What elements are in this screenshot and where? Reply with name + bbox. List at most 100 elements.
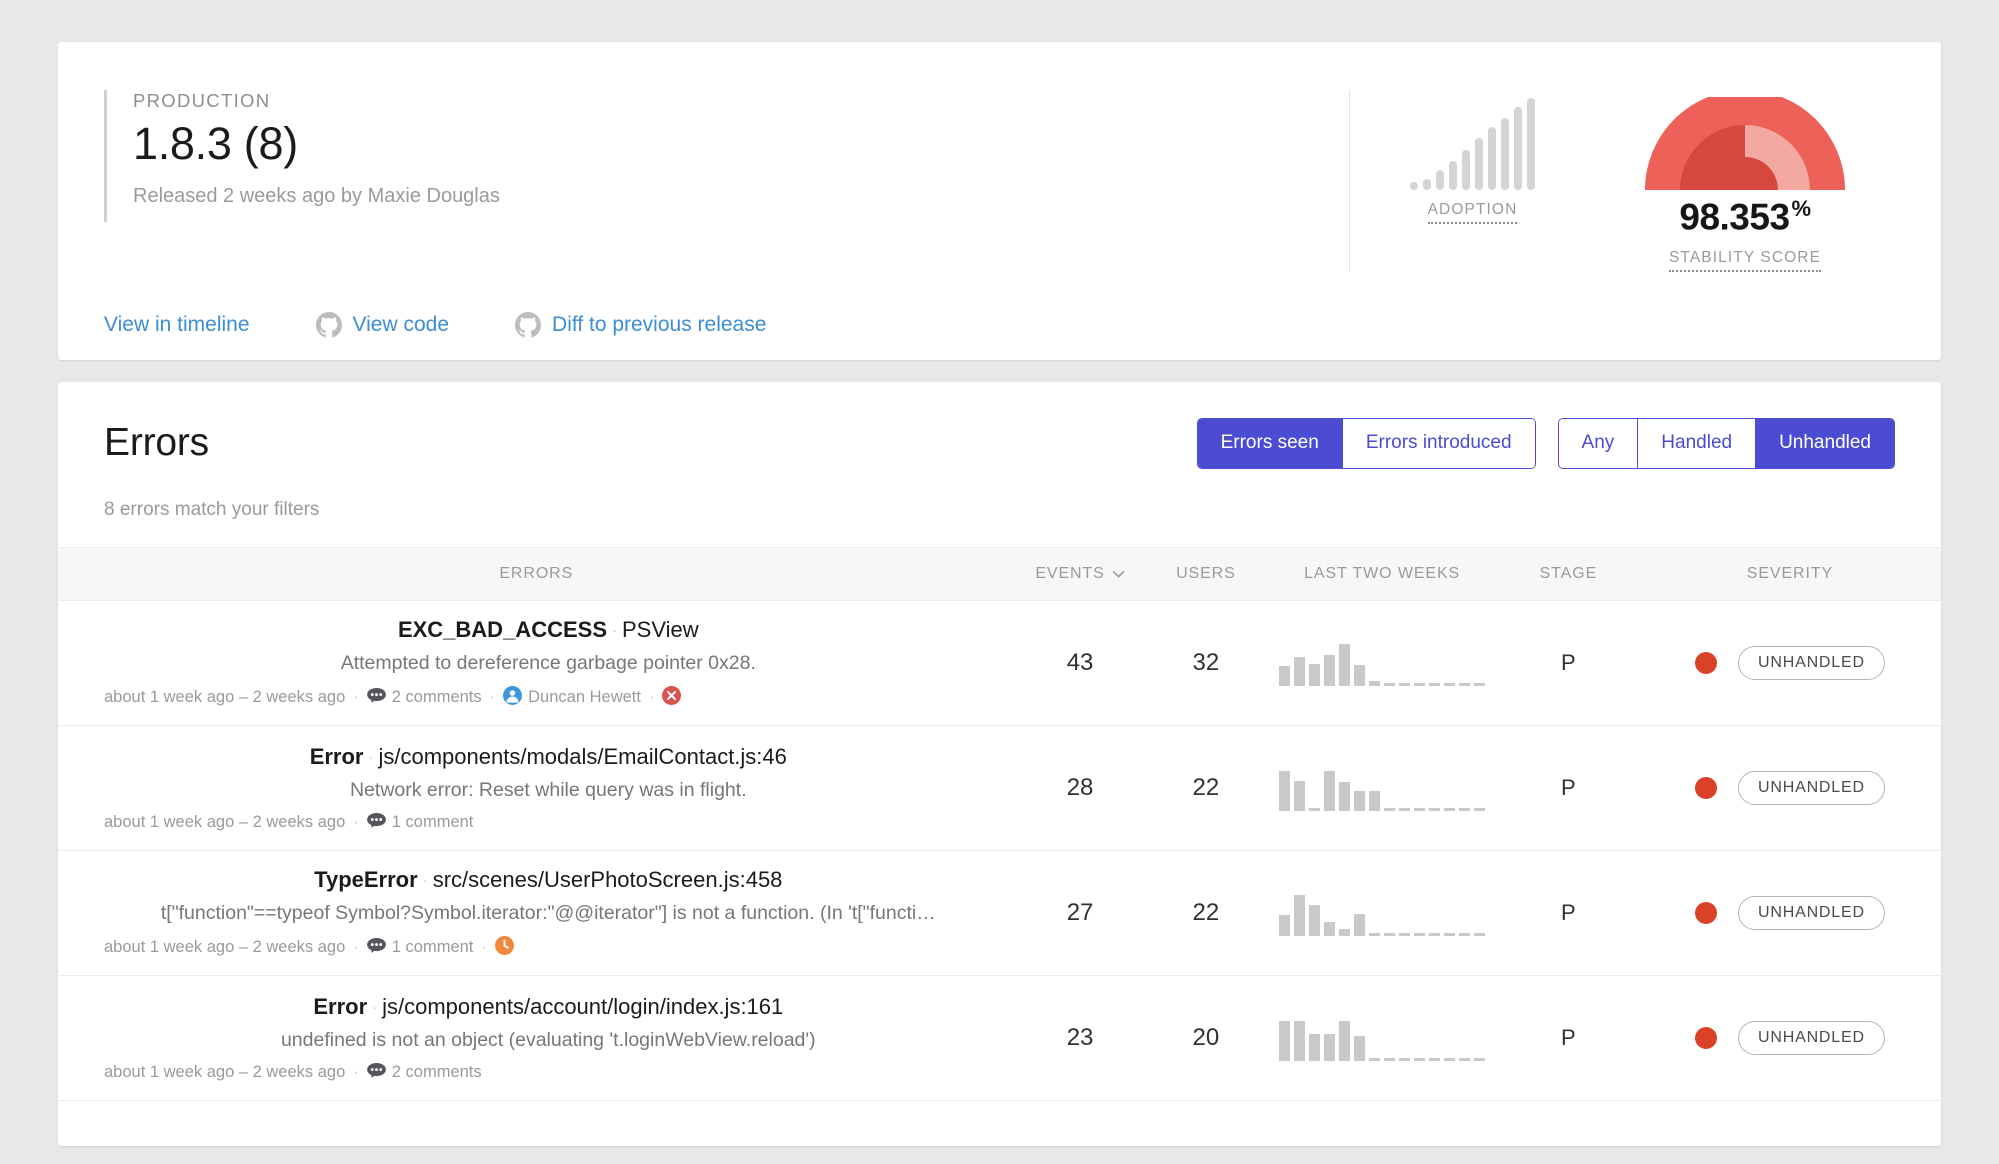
row-1-sparkline <box>1279 634 1486 687</box>
release-summary-card: PRODUCTION 1.8.3 (8) Released 2 weeks ag… <box>58 42 1941 360</box>
meta-separator: · <box>353 688 359 707</box>
meta-separator: · <box>489 688 496 707</box>
stability-score-unit: % <box>1791 196 1812 221</box>
users-cell: 32 <box>1145 600 1266 725</box>
adoption-bar-7 <box>1488 127 1496 190</box>
filter-errors-seen[interactable]: Errors seen <box>1197 419 1343 468</box>
error-comments[interactable]: 2 comments <box>366 687 482 708</box>
severity-group: UNHANDLED <box>1695 1020 1885 1055</box>
meta-separator: · <box>353 813 359 832</box>
stability-gauge <box>1645 90 1845 190</box>
events-value: 23 <box>1066 1023 1094 1051</box>
filter-any[interactable]: Any <box>1558 419 1639 468</box>
error-message: Network error: Reset while query was in … <box>349 779 747 802</box>
events-cell: 43 <box>1015 600 1146 725</box>
spark-bar-5 <box>1339 644 1351 687</box>
severity-cell: UNHANDLED <box>1639 975 1941 1100</box>
error-title[interactable]: Error · js/components/account/login/index.… <box>104 993 993 1021</box>
adoption-metric: ADOPTION <box>1350 90 1595 224</box>
spark-bar-13 <box>1459 933 1471 937</box>
severity-dot-icon <box>1695 901 1718 924</box>
status-badge: UNHANDLED <box>1738 770 1885 805</box>
error-comments-label: 2 comments <box>391 688 482 707</box>
row-2-sparkline <box>1279 759 1486 812</box>
filter-unhandled[interactable]: Unhandled <box>1756 419 1894 468</box>
error-meta: about 1 week ago – 2 weeks ago · 1 comment <box>104 812 993 833</box>
error-flag[interactable] <box>494 935 514 960</box>
error-comments[interactable]: 2 comments <box>366 1062 482 1083</box>
errors-table-body: EXC_BAD_ACCESS · PSView Attempted to derefe… <box>58 600 1941 1101</box>
spark-bar-7 <box>1369 933 1381 937</box>
spark-bar-9 <box>1399 1058 1411 1062</box>
error-comments-label: 1 comment <box>391 938 474 957</box>
error-assignee[interactable]: Duncan Hewett <box>503 685 641 710</box>
spark-bar-7 <box>1369 681 1381 687</box>
spark-bar-10 <box>1414 1058 1426 1062</box>
error-timespan: about 1 week ago – 2 weeks ago <box>104 938 346 957</box>
spark-bar-3 <box>1309 904 1321 937</box>
spark-bar-8 <box>1384 808 1396 812</box>
filter-errors-introduced[interactable]: Errors introduced <box>1342 419 1535 468</box>
spark-bar-12 <box>1444 1058 1456 1062</box>
stage-cell: P <box>1498 600 1639 725</box>
error-timespan: about 1 week ago – 2 weeks ago <box>104 813 346 832</box>
table-row[interactable]: TypeError · src/scenes/UserPhotoScreen.js:… <box>58 850 1941 976</box>
error-x-icon <box>662 685 682 710</box>
events-value: 43 <box>1066 648 1094 676</box>
events-sort-control[interactable]: EVENTS <box>1035 565 1125 583</box>
stability-metric: 98.353% STABILITY SCORE <box>1595 90 1895 273</box>
stage-value: P <box>1561 649 1576 675</box>
error-title[interactable]: EXC_BAD_ACCESS · PSView <box>104 616 993 644</box>
table-row[interactable]: Error · js/components/account/login/index.… <box>58 975 1941 1101</box>
spark-bar-2 <box>1294 1020 1306 1062</box>
table-row[interactable]: EXC_BAD_ACCESS · PSView Attempted to derefe… <box>58 600 1941 726</box>
stability-label: STABILITY SCORE <box>1668 249 1822 273</box>
error-cell[interactable]: Error · js/components/modals/EmailContact.… <box>58 725 1015 850</box>
column-header-stage: STAGE <box>1539 564 1598 582</box>
spark-bar-4 <box>1324 655 1336 687</box>
comment-icon <box>366 687 386 708</box>
snoozed-clock-icon <box>494 935 514 960</box>
spark-bar-14 <box>1474 683 1486 687</box>
status-badge: UNHANDLED <box>1738 895 1885 930</box>
severity-group: UNHANDLED <box>1695 895 1885 930</box>
release-top-row: PRODUCTION 1.8.3 (8) Released 2 weeks ag… <box>104 90 1895 273</box>
status-badge: UNHANDLED <box>1738 645 1885 680</box>
status-badge: UNHANDLED <box>1738 1020 1885 1055</box>
release-identity: PRODUCTION 1.8.3 (8) Released 2 weeks ag… <box>104 90 1349 222</box>
view-code-link[interactable]: View code <box>315 312 449 338</box>
adoption-bar-5 <box>1462 149 1470 190</box>
title-separator: · <box>422 871 428 889</box>
error-flag[interactable] <box>662 685 682 710</box>
errors-header: Errors Errors seen Errors introduced Any… <box>58 418 1941 469</box>
spark-bar-5 <box>1339 929 1351 937</box>
error-cell[interactable]: EXC_BAD_ACCESS · PSView Attempted to derefe… <box>58 600 1015 725</box>
spark-bar-13 <box>1459 683 1471 687</box>
severity-cell: UNHANDLED <box>1639 600 1941 725</box>
github-icon <box>515 312 542 338</box>
last-two-weeks-cell <box>1266 600 1498 725</box>
table-row[interactable]: Error · js/components/modals/EmailContact.… <box>58 725 1941 851</box>
spark-bar-5 <box>1339 1020 1351 1062</box>
error-comments[interactable]: 1 comment <box>366 937 474 958</box>
error-title[interactable]: Error · js/components/modals/EmailContact.… <box>104 743 993 771</box>
filter-handled[interactable]: Handled <box>1638 419 1757 468</box>
error-location: src/scenes/UserPhotoScreen.js:458 <box>432 866 783 892</box>
diff-previous-release-link[interactable]: Diff to previous release <box>515 312 766 338</box>
error-meta: about 1 week ago – 2 weeks ago · 1 comment… <box>104 935 993 960</box>
error-cell[interactable]: TypeError · src/scenes/UserPhotoScreen.js:… <box>58 850 1015 975</box>
comment-icon <box>366 937 386 958</box>
adoption-sparkline <box>1410 90 1535 190</box>
match-count-text: 8 errors match your filters <box>104 498 320 520</box>
column-header-events[interactable]: EVENTS <box>1015 547 1146 600</box>
error-title[interactable]: TypeError · src/scenes/UserPhotoScreen.js:… <box>104 866 993 894</box>
view-in-timeline-link[interactable]: View in timeline <box>104 313 250 337</box>
spark-bar-8 <box>1384 1058 1396 1062</box>
error-cell[interactable]: Error · js/components/account/login/index.… <box>58 975 1015 1100</box>
spark-bar-2 <box>1294 780 1306 812</box>
release-metrics: ADOPTION 98.353% STABILITY SCORE <box>1349 90 1895 273</box>
severity-cell: UNHANDLED <box>1639 725 1941 850</box>
error-comments[interactable]: 1 comment <box>366 812 473 833</box>
severity-dot-icon <box>1695 651 1718 674</box>
row-4-sparkline <box>1279 1009 1486 1062</box>
